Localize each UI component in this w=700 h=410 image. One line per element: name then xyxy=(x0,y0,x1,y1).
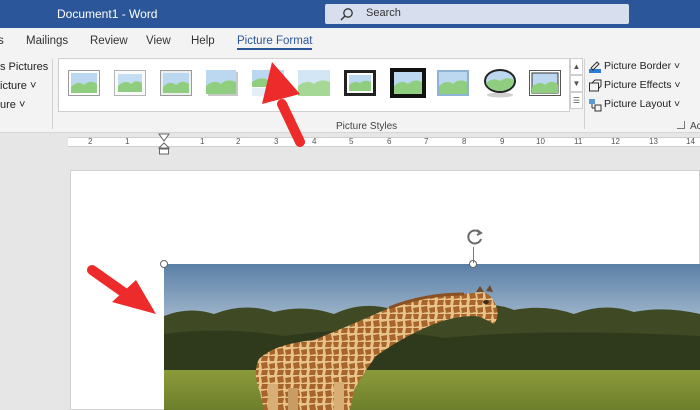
ruler-number: 13 xyxy=(649,137,658,146)
selected-picture[interactable] xyxy=(164,264,700,410)
tab-mailings[interactable]: Mailings xyxy=(26,35,68,47)
style-thumb-metal-frame[interactable] xyxy=(160,70,192,96)
ribbon: s Pictures icture ˅ ure ˅ ▲ ▼ ☰ Picture … xyxy=(0,55,700,133)
ruler-number: 10 xyxy=(536,137,545,146)
picture-border-label: Picture Border ˅ xyxy=(604,60,681,72)
ruler-number: 8 xyxy=(462,137,467,146)
search-icon xyxy=(340,8,353,21)
style-thumb-thick-black-frame[interactable] xyxy=(390,68,426,98)
style-thumb-reflected[interactable] xyxy=(252,70,284,96)
picture-layout-button[interactable]: Picture Layout ˅ xyxy=(588,96,688,114)
style-thumb-drop-shadow[interactable] xyxy=(206,70,238,96)
search-label: Search xyxy=(366,7,401,19)
gallery-more-button[interactable]: ☰ xyxy=(570,92,583,109)
tab-picture-format[interactable]: Picture Format xyxy=(237,35,312,47)
left-command-picture[interactable]: icture ˅ xyxy=(0,80,36,92)
ruler-number: 11 xyxy=(574,137,583,146)
ruler-number: 9 xyxy=(500,137,505,146)
left-command-ure[interactable]: ure ˅ xyxy=(0,99,25,111)
title-bar: Document1 - Word Search xyxy=(0,0,700,28)
gallery-scroll-up[interactable]: ▲ xyxy=(570,58,583,75)
style-thumb-oval[interactable] xyxy=(483,68,517,98)
ruler-number: 2 xyxy=(88,137,93,146)
picture-effects-label: Picture Effects ˅ xyxy=(604,79,681,91)
ruler-number: 4 xyxy=(312,137,317,146)
style-thumb-simple-frame[interactable] xyxy=(68,70,100,96)
ribbon-tabs: s Mailings Review View Help Picture Form… xyxy=(0,28,700,55)
group-divider xyxy=(52,59,53,129)
next-group-label-cut: Ac xyxy=(690,121,700,132)
ruler-number: 7 xyxy=(424,137,429,146)
search-box[interactable]: Search xyxy=(325,4,629,24)
window-title: Document1 - Word xyxy=(57,7,158,21)
indent-marker-icon[interactable] xyxy=(158,133,170,155)
active-tab-indicator xyxy=(237,48,312,50)
picture-styles-group-label: Picture Styles xyxy=(336,121,398,132)
style-thumb-soft-frame[interactable] xyxy=(114,70,146,96)
picture-layout-label: Picture Layout ˅ xyxy=(604,98,681,110)
resize-handle-top-left[interactable] xyxy=(160,260,168,268)
picture-border-icon xyxy=(589,61,601,73)
picture-layout-icon xyxy=(589,99,602,112)
left-command-pictures[interactable]: s Pictures xyxy=(0,61,48,73)
rotate-handle-stem xyxy=(473,247,474,263)
gallery-scroll-down[interactable]: ▼ xyxy=(570,75,583,92)
picture-border-button[interactable]: Picture Border ˅ xyxy=(588,58,688,76)
ruler-number: 6 xyxy=(387,137,392,146)
ruler-number: 5 xyxy=(349,137,354,146)
dialog-launcher-icon[interactable] xyxy=(677,121,685,129)
style-thumb-double-frame[interactable] xyxy=(529,70,561,96)
style-thumb-black-frame[interactable] xyxy=(344,70,376,96)
style-thumb-soft-edge[interactable] xyxy=(298,70,330,96)
ruler-number: 12 xyxy=(611,137,620,146)
tab-partial[interactable]: s xyxy=(0,35,4,47)
tab-view[interactable]: View xyxy=(146,35,171,47)
ruler-number: 1 xyxy=(125,137,130,146)
picture-effects-icon xyxy=(589,79,602,92)
picture-effects-button[interactable]: Picture Effects ˅ xyxy=(588,77,688,95)
ruler-number: 14 xyxy=(686,137,695,146)
style-thumb-beveled[interactable] xyxy=(437,70,469,96)
ruler-number: 1 xyxy=(200,137,205,146)
tab-help[interactable]: Help xyxy=(191,35,215,47)
giraffe-photo xyxy=(164,264,700,410)
rotate-handle-icon[interactable] xyxy=(465,227,485,247)
group-divider xyxy=(584,59,585,129)
ruler-number: 3 xyxy=(274,137,279,146)
ruler-number: 2 xyxy=(236,137,241,146)
picture-styles-gallery[interactable] xyxy=(58,58,570,112)
tab-review[interactable]: Review xyxy=(90,35,128,47)
